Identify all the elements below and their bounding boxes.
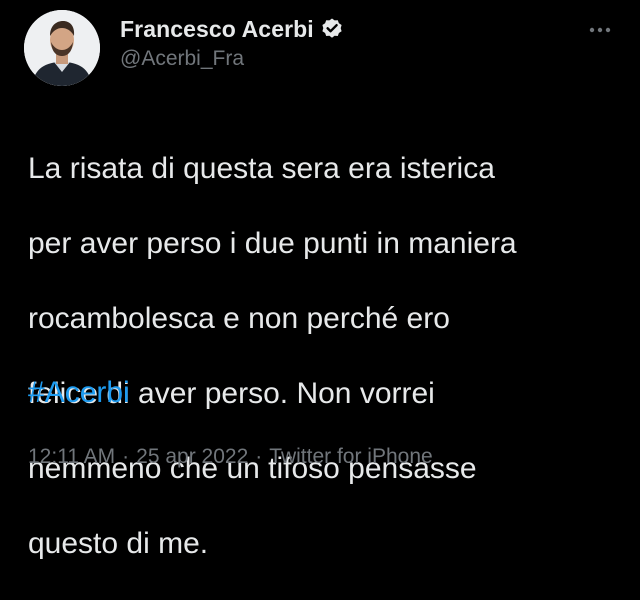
author-name-row[interactable]: Francesco Acerbi bbox=[120, 14, 344, 44]
more-options-icon[interactable] bbox=[584, 20, 616, 40]
tweet-text: La risata di questa sera era isterica pe… bbox=[28, 112, 628, 600]
tweet-text-line: questo di me. bbox=[28, 526, 209, 560]
profile-photo-icon bbox=[24, 10, 100, 86]
tweet-card: Francesco Acerbi @Acerbi_Fra La risata d… bbox=[0, 0, 640, 560]
meta-separator: · bbox=[122, 445, 130, 468]
tweet-source[interactable]: Twitter for iPhone bbox=[269, 445, 432, 469]
tweet-text-line: La risata di questa sera era isterica bbox=[28, 151, 495, 185]
tweet-time[interactable]: 12:11 AM bbox=[28, 445, 115, 469]
tweet-text-line: per aver perso i due punti in maniera bbox=[28, 226, 517, 260]
verified-badge-icon bbox=[320, 17, 344, 41]
tweet-date[interactable]: 25 apr 2022 bbox=[136, 445, 248, 469]
meta-separator: · bbox=[255, 445, 263, 468]
hashtag-link[interactable]: #Acerbi bbox=[28, 374, 130, 412]
tweet-text-line: rocambolesca e non perché ero bbox=[28, 301, 450, 335]
avatar[interactable] bbox=[24, 10, 100, 86]
author-handle[interactable]: @Acerbi_Fra bbox=[120, 47, 244, 71]
author-display-name[interactable]: Francesco Acerbi bbox=[120, 16, 314, 43]
tweet-meta: 12:11 AM · 25 apr 2022 · Twitter for iPh… bbox=[28, 445, 433, 469]
